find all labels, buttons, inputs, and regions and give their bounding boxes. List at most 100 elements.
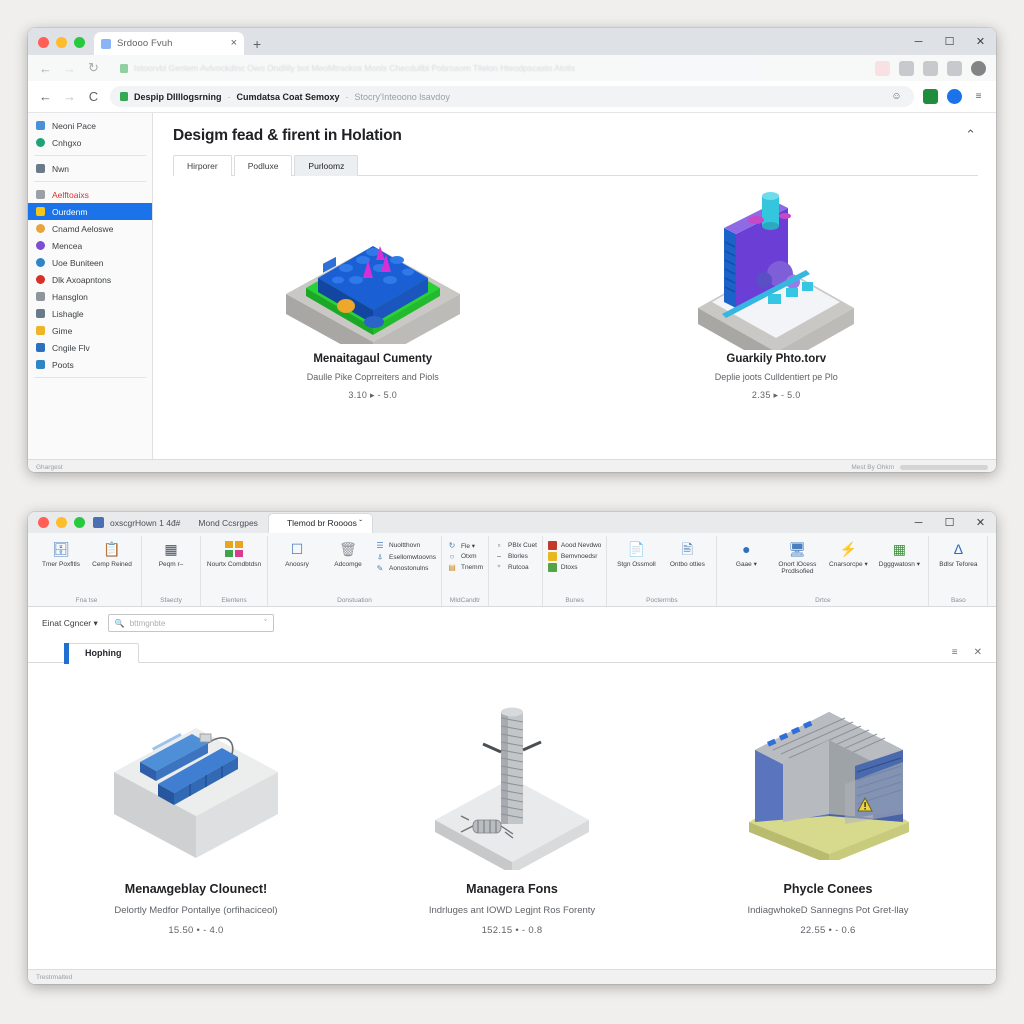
menu-icon[interactable]: ≡ <box>971 89 986 104</box>
ribbon-button-note[interactable]: 🖹 Ontbo otties <box>663 536 711 568</box>
ribbon-small-swatch-red[interactable]: Aood Nevdwo <box>547 541 601 550</box>
back-button[interactable]: ← <box>38 89 53 104</box>
ribbon-button-sign[interactable]: 📄 Stgn Ossmoll <box>612 536 660 568</box>
back-icon[interactable]: ← <box>38 61 53 76</box>
ribbon-button-screen[interactable]: 🖥 Onort lOcess Prcdlsofied <box>773 536 821 576</box>
close-window-dot[interactable] <box>38 517 49 528</box>
sidebar-item-8[interactable]: Dlk Axoapntons <box>28 271 152 288</box>
ribbon-small-pen[interactable]: ✎ Aonostonulns <box>375 564 436 573</box>
close-icon[interactable]: ✕ <box>974 647 982 658</box>
component-card-2[interactable]: Phycle Conees IndiagwhokeD Sannegns Pot … <box>683 697 973 936</box>
sidebar-item-0[interactable]: Neoni Pace <box>28 117 152 134</box>
minimize-icon[interactable]: ─ <box>903 512 934 536</box>
maximize-icon[interactable]: ☐ <box>934 512 965 536</box>
product-card-1[interactable]: Guarkily Phto.torv Deplie joots Culldent… <box>631 192 921 401</box>
pen-icon: ✎ <box>376 564 384 573</box>
sidebar-item-4-selected[interactable]: Ourdenm <box>28 203 152 220</box>
minimize-window-dot[interactable] <box>56 37 67 48</box>
ribbon-small-refresh[interactable]: ↻ Fle ▾ <box>447 541 483 550</box>
extension-icon-3[interactable] <box>923 60 938 76</box>
ribbon-small-swatch-yellow[interactable]: Bemvnoedsr <box>547 552 601 561</box>
extension-green-icon[interactable] <box>923 89 938 104</box>
ribbon-button-grid[interactable]: ▦ Peqm r– <box>147 536 195 568</box>
ribbon-button-clipboard[interactable]: 📋 Cemp Reined <box>88 536 136 568</box>
ribbon-button-stack[interactable]: ▦ Dgggwatosn ▾ <box>875 536 923 568</box>
document-tab[interactable]: Tlemod br Roooos ˇ <box>267 513 374 533</box>
ribbon-button-dimension[interactable]: Δ Bdlsr Teforea <box>934 536 982 568</box>
ribbon-small-circle[interactable]: ○ Otxm <box>447 552 483 561</box>
sidebar-item-10[interactable]: Lishagle <box>28 305 152 322</box>
ribbon-button-column[interactable]: 🗑 Adcomge <box>324 536 372 568</box>
sidebar-item-13[interactable]: Poots <box>28 356 152 373</box>
component-card-1[interactable]: Managera Fons Indrluges ant IOWD Legjnt … <box>367 697 657 936</box>
product-card-0[interactable]: Menaitagaul Cumenty Daulle Pike Coprreit… <box>228 194 518 401</box>
restore-icon[interactable]: ≡ <box>952 647 958 658</box>
grid-icon: ▦ <box>164 540 178 557</box>
document-icon <box>36 121 45 130</box>
ribbon-small-table[interactable]: ▤ Tnemm <box>447 563 483 572</box>
ribbon-button-label: Cemp Reined <box>92 561 132 568</box>
sidebar-item-9[interactable]: Hansglon <box>28 288 152 305</box>
ribbon-small-ruler[interactable]: ☰ Nuoltthovn <box>375 541 436 550</box>
card-figure <box>683 697 973 872</box>
reload-icon[interactable]: ↻ <box>86 60 101 76</box>
close-window-dot[interactable] <box>38 37 49 48</box>
ribbon-small-magnet[interactable]: ⍋ Esellomwtoovns <box>375 552 436 562</box>
ribbon-button-paste[interactable]: 🗄 Tmer Poxfltls <box>37 536 85 568</box>
minimize-window-dot[interactable] <box>56 517 67 528</box>
ribbon-button-color-grid[interactable]: Nourtx Comdbtdsn <box>206 536 262 568</box>
chevron-up-icon[interactable]: ⌃ <box>965 127 976 143</box>
browser-tab[interactable]: Srdooo Fvuh × <box>94 32 244 55</box>
ribbon-small-list: ☰ Nuoltthovn ⍋ Esellomwtoovns ✎ Aonoston… <box>375 536 436 573</box>
ribbon-group-name: Sfaecty <box>160 597 182 604</box>
ribbon-small-text[interactable]: ▫ PBlx Cuet <box>494 541 537 550</box>
sidebar-item-12[interactable]: Cngile Flv <box>28 339 152 356</box>
sidebar-item-2[interactable]: Nwn <box>28 160 152 177</box>
sidebar-item-5[interactable]: Cnamd Aeloswe <box>28 220 152 237</box>
browser-content-area: Neoni Pace Cnhgxo Nwn Aelftoaixs Ourdenm <box>28 113 996 459</box>
extension-icon-1[interactable] <box>875 60 890 76</box>
ribbon-small-swatch-green[interactable]: Dtoxs <box>547 563 601 572</box>
ribbon-button-sphere[interactable]: ● Gaae ▾ <box>722 536 770 568</box>
sidebar-item-6[interactable]: Mencea <box>28 237 152 254</box>
extension-icon-2[interactable] <box>899 60 914 76</box>
ribbon-small-sup[interactable]: ⁺ Rutcoa <box>494 563 537 572</box>
address-bar[interactable]: Despip DIlllogsrning · Cumdatsa Coat Sem… <box>110 86 914 107</box>
scope-dropdown[interactable]: Einat Cgncer ▾ <box>42 618 98 629</box>
tab-podluxe[interactable]: Podluxe <box>233 155 293 176</box>
sidebar-item-7[interactable]: Uoe Buniteen <box>28 254 152 271</box>
note-icon: 🖹 <box>681 540 694 557</box>
account-icon[interactable]: ☺ <box>889 89 904 104</box>
browser-window-controls: ─ ☐ ✕ <box>903 28 996 55</box>
extension-blue-icon[interactable] <box>947 89 962 104</box>
close-icon[interactable]: ✕ <box>965 512 996 536</box>
tab-hirporer[interactable]: Hirporer <box>173 155 232 176</box>
ribbon-group-1: ▦ Peqm r– Sfaecty <box>142 536 201 606</box>
ribbon-button-panel[interactable]: ▤ Pamtbtnz ▾ <box>993 536 996 568</box>
chevron-down-icon[interactable]: ˇ <box>359 518 362 528</box>
ribbon-small-dash[interactable]: − Blorles <box>494 552 537 561</box>
sidebar-item-3[interactable]: Aelftoaixs <box>28 186 152 203</box>
panel-tab-row: Hophing ≡ ✕ <box>28 639 996 664</box>
extension-icon-4[interactable] <box>947 60 962 76</box>
sidebar-item-11[interactable]: Gime <box>28 322 152 339</box>
chevron-down-icon[interactable]: ˇ <box>264 620 266 627</box>
new-tab-button[interactable]: + <box>253 37 261 51</box>
tab-purloomz[interactable]: Purloomz <box>294 155 359 176</box>
maximize-window-dot[interactable] <box>74 37 85 48</box>
search-input[interactable]: 🔍 bttmgnbte ˇ <box>107 614 274 632</box>
sidebar-item-1[interactable]: Cnhgxo <box>28 134 152 151</box>
close-icon[interactable]: ✕ <box>965 28 996 55</box>
component-card-0[interactable]: Menaʍgeblay Clounect! Delortly Medfor Po… <box>51 697 341 936</box>
close-icon[interactable]: × <box>231 38 237 49</box>
ribbon-button-frame[interactable]: ☐ Anoosry <box>273 536 321 568</box>
maximize-icon[interactable]: ☐ <box>934 28 965 55</box>
horizontal-scrollbar[interactable] <box>900 464 988 470</box>
reload-button[interactable]: C <box>86 89 101 104</box>
minimize-icon[interactable]: ─ <box>903 28 934 55</box>
maximize-window-dot[interactable] <box>74 517 85 528</box>
ribbon-button-lightning[interactable]: ⚡ Cnarsorcpe ▾ <box>824 536 872 568</box>
app-icon <box>93 517 104 528</box>
profile-avatar[interactable] <box>971 60 986 76</box>
tab-hophing[interactable]: Hophing <box>64 643 139 664</box>
